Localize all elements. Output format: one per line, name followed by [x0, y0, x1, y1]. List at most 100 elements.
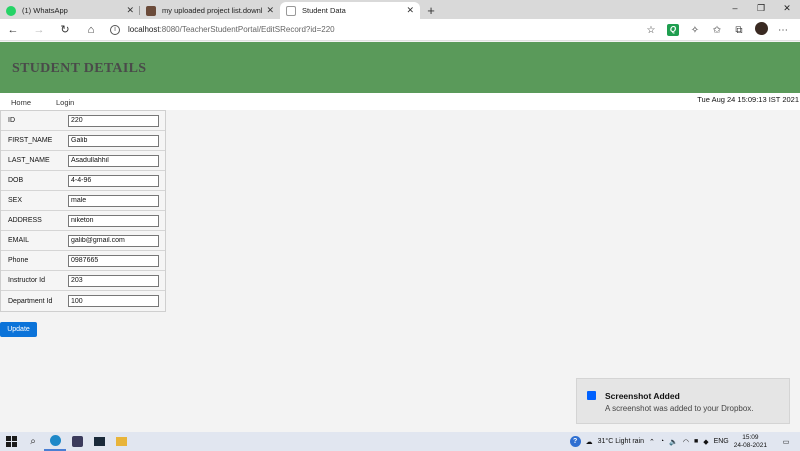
field-label: Department Id [8, 297, 53, 305]
tray-app-icon[interactable]: ■ [694, 438, 698, 445]
form-row-last-name: LAST_NAME [1, 151, 165, 171]
field-label: FIRST_NAME [8, 137, 53, 144]
first-name-input[interactable] [68, 134, 159, 147]
close-tab-icon[interactable]: ✕ [406, 5, 414, 16]
browser-toolbar: ← → ↻ ⌂ i localhost:8080/TeacherStudentP… [0, 19, 800, 41]
close-tab-icon[interactable]: ✕ [126, 5, 134, 16]
page-title: STUDENT DETAILS [12, 61, 147, 76]
clock-time: 15:09 [742, 433, 759, 441]
language-indicator[interactable]: ENG [714, 438, 729, 445]
update-button[interactable]: Update [0, 322, 37, 337]
windows-logo-icon [5, 436, 17, 447]
info-icon[interactable]: i [110, 24, 120, 35]
form-row-department-id: Department Id [1, 291, 165, 311]
terminal-icon[interactable] [88, 432, 110, 451]
extension-icon[interactable]: Q [662, 24, 684, 36]
tab-title: Student Data [302, 6, 346, 15]
back-icon[interactable]: ← [0, 24, 26, 36]
system-tray: ? ☁ 31°C Light rain ⌃ ◔ 🔈 ◠ ■ ◆ ENG 15:0… [569, 432, 800, 451]
forward-icon[interactable]: → [26, 24, 52, 36]
browser-tab-strip: (1) WhatsApp ✕ my uploaded project list.… [0, 0, 800, 19]
field-label: DOB [8, 177, 24, 184]
page-header: STUDENT DETAILS [0, 42, 800, 93]
instructor-id-input[interactable] [68, 274, 159, 287]
start-button[interactable] [0, 432, 22, 451]
form-row-address: ADDRESS [1, 211, 165, 231]
form-row-phone: Phone [1, 251, 165, 271]
windows-taskbar: ⌕ ? ☁ 31°C Light rain ⌃ ◔ 🔈 ◠ ■ ◆ ENG 15… [0, 432, 800, 451]
toolbar-actions: ☆ Q ✧ ✩ ⧉ ⋯ [640, 19, 794, 41]
field-label: EMAIL [8, 237, 30, 244]
volume-icon[interactable]: 🔈 [669, 438, 678, 446]
whatsapp-icon [6, 5, 16, 16]
field-label: ID [8, 117, 15, 124]
sex-input[interactable] [68, 194, 159, 207]
tab-student-data[interactable]: Student Data ✕ [280, 2, 420, 19]
profile-avatar[interactable] [750, 22, 772, 38]
field-label: SEX [8, 197, 23, 204]
tab-title: (1) WhatsApp [22, 6, 68, 15]
dropbox-tray-icon[interactable]: ◆ [703, 438, 708, 446]
tab-whatsapp[interactable]: (1) WhatsApp ✕ [0, 2, 140, 19]
dob-input[interactable] [68, 174, 159, 187]
field-label: LAST_NAME [8, 157, 50, 164]
nav-bar: Home Login Tue Aug 24 15:09:13 IST 2021 [0, 93, 800, 110]
notifications-icon[interactable]: ▭ [777, 438, 795, 446]
form-row-instructor-id: Instructor Id [1, 271, 165, 291]
network-icon[interactable]: ◔ [660, 438, 664, 445]
help-icon[interactable]: ? [569, 436, 581, 447]
close-tab-icon[interactable]: ✕ [266, 5, 274, 16]
page-icon [286, 5, 296, 16]
id-input[interactable] [68, 114, 159, 127]
minimize-icon[interactable]: – [722, 0, 748, 17]
app-icon[interactable] [66, 432, 88, 451]
server-timestamp: Tue Aug 24 15:09:13 IST 2021 [697, 95, 799, 104]
email-input[interactable] [68, 234, 159, 247]
home-icon[interactable]: ⌂ [78, 24, 104, 36]
student-edit-form: ID FIRST_NAME LAST_NAME DOB SEX ADDRESS … [0, 110, 166, 312]
field-label: Instructor Id [8, 277, 45, 284]
tab-title: my uploaded project list.downlo [162, 6, 263, 15]
address-host: localhost [128, 25, 160, 34]
refresh-icon[interactable]: ↻ [52, 23, 78, 36]
close-window-icon[interactable]: ✕ [774, 0, 800, 17]
address-input[interactable] [68, 214, 159, 227]
weather-icon: ☁ [585, 438, 593, 446]
favorite-star-icon[interactable]: ☆ [640, 25, 662, 36]
weather-text[interactable]: 31°C Light rain [598, 438, 644, 445]
tab-uploaded-projects[interactable]: my uploaded project list.downlo ✕ [140, 2, 280, 19]
project-icon [146, 5, 156, 16]
nav-login-link[interactable]: Login [56, 98, 74, 107]
favorites-icon[interactable]: ✩ [706, 25, 728, 36]
form-row-id: ID [1, 111, 165, 131]
window-controls: – ❐ ✕ [722, 0, 800, 17]
form-row-first-name: FIRST_NAME [1, 131, 165, 151]
clock[interactable]: 15:09 24-08-2021 [734, 434, 772, 450]
form-row-email: EMAIL [1, 231, 165, 251]
search-icon[interactable]: ⌕ [22, 432, 44, 451]
puzzle-icon[interactable]: ✧ [684, 25, 706, 36]
field-label: Phone [8, 257, 29, 264]
wifi-icon[interactable]: ◠ [683, 438, 689, 446]
address-bar[interactable]: i localhost:8080/TeacherStudentPortal/Ed… [110, 24, 530, 35]
chevron-up-icon[interactable]: ⌃ [649, 438, 655, 446]
field-label: ADDRESS [8, 217, 42, 224]
dropbox-icon [587, 391, 596, 400]
dropbox-notification[interactable]: Screenshot Added A screenshot was added … [576, 378, 790, 424]
form-row-dob: DOB [1, 171, 165, 191]
department-id-input[interactable] [68, 295, 159, 307]
form-row-sex: SEX [1, 191, 165, 211]
last-name-input[interactable] [68, 154, 159, 167]
restore-icon[interactable]: ❐ [748, 0, 774, 17]
clock-date: 24-08-2021 [733, 441, 767, 449]
address-path: :8080/TeacherStudentPortal/EditSRecord?i… [159, 25, 335, 34]
notification-message: A screenshot was added to your Dropbox. [605, 404, 754, 413]
nav-home-link[interactable]: Home [11, 98, 31, 107]
edge-browser-icon[interactable] [44, 432, 66, 451]
new-tab-button[interactable]: + [420, 2, 442, 19]
collections-icon[interactable]: ⧉ [728, 25, 750, 36]
file-explorer-icon[interactable] [110, 432, 132, 451]
phone-input[interactable] [68, 254, 159, 267]
notification-title: Screenshot Added [605, 391, 680, 401]
more-menu-icon[interactable]: ⋯ [772, 25, 794, 36]
